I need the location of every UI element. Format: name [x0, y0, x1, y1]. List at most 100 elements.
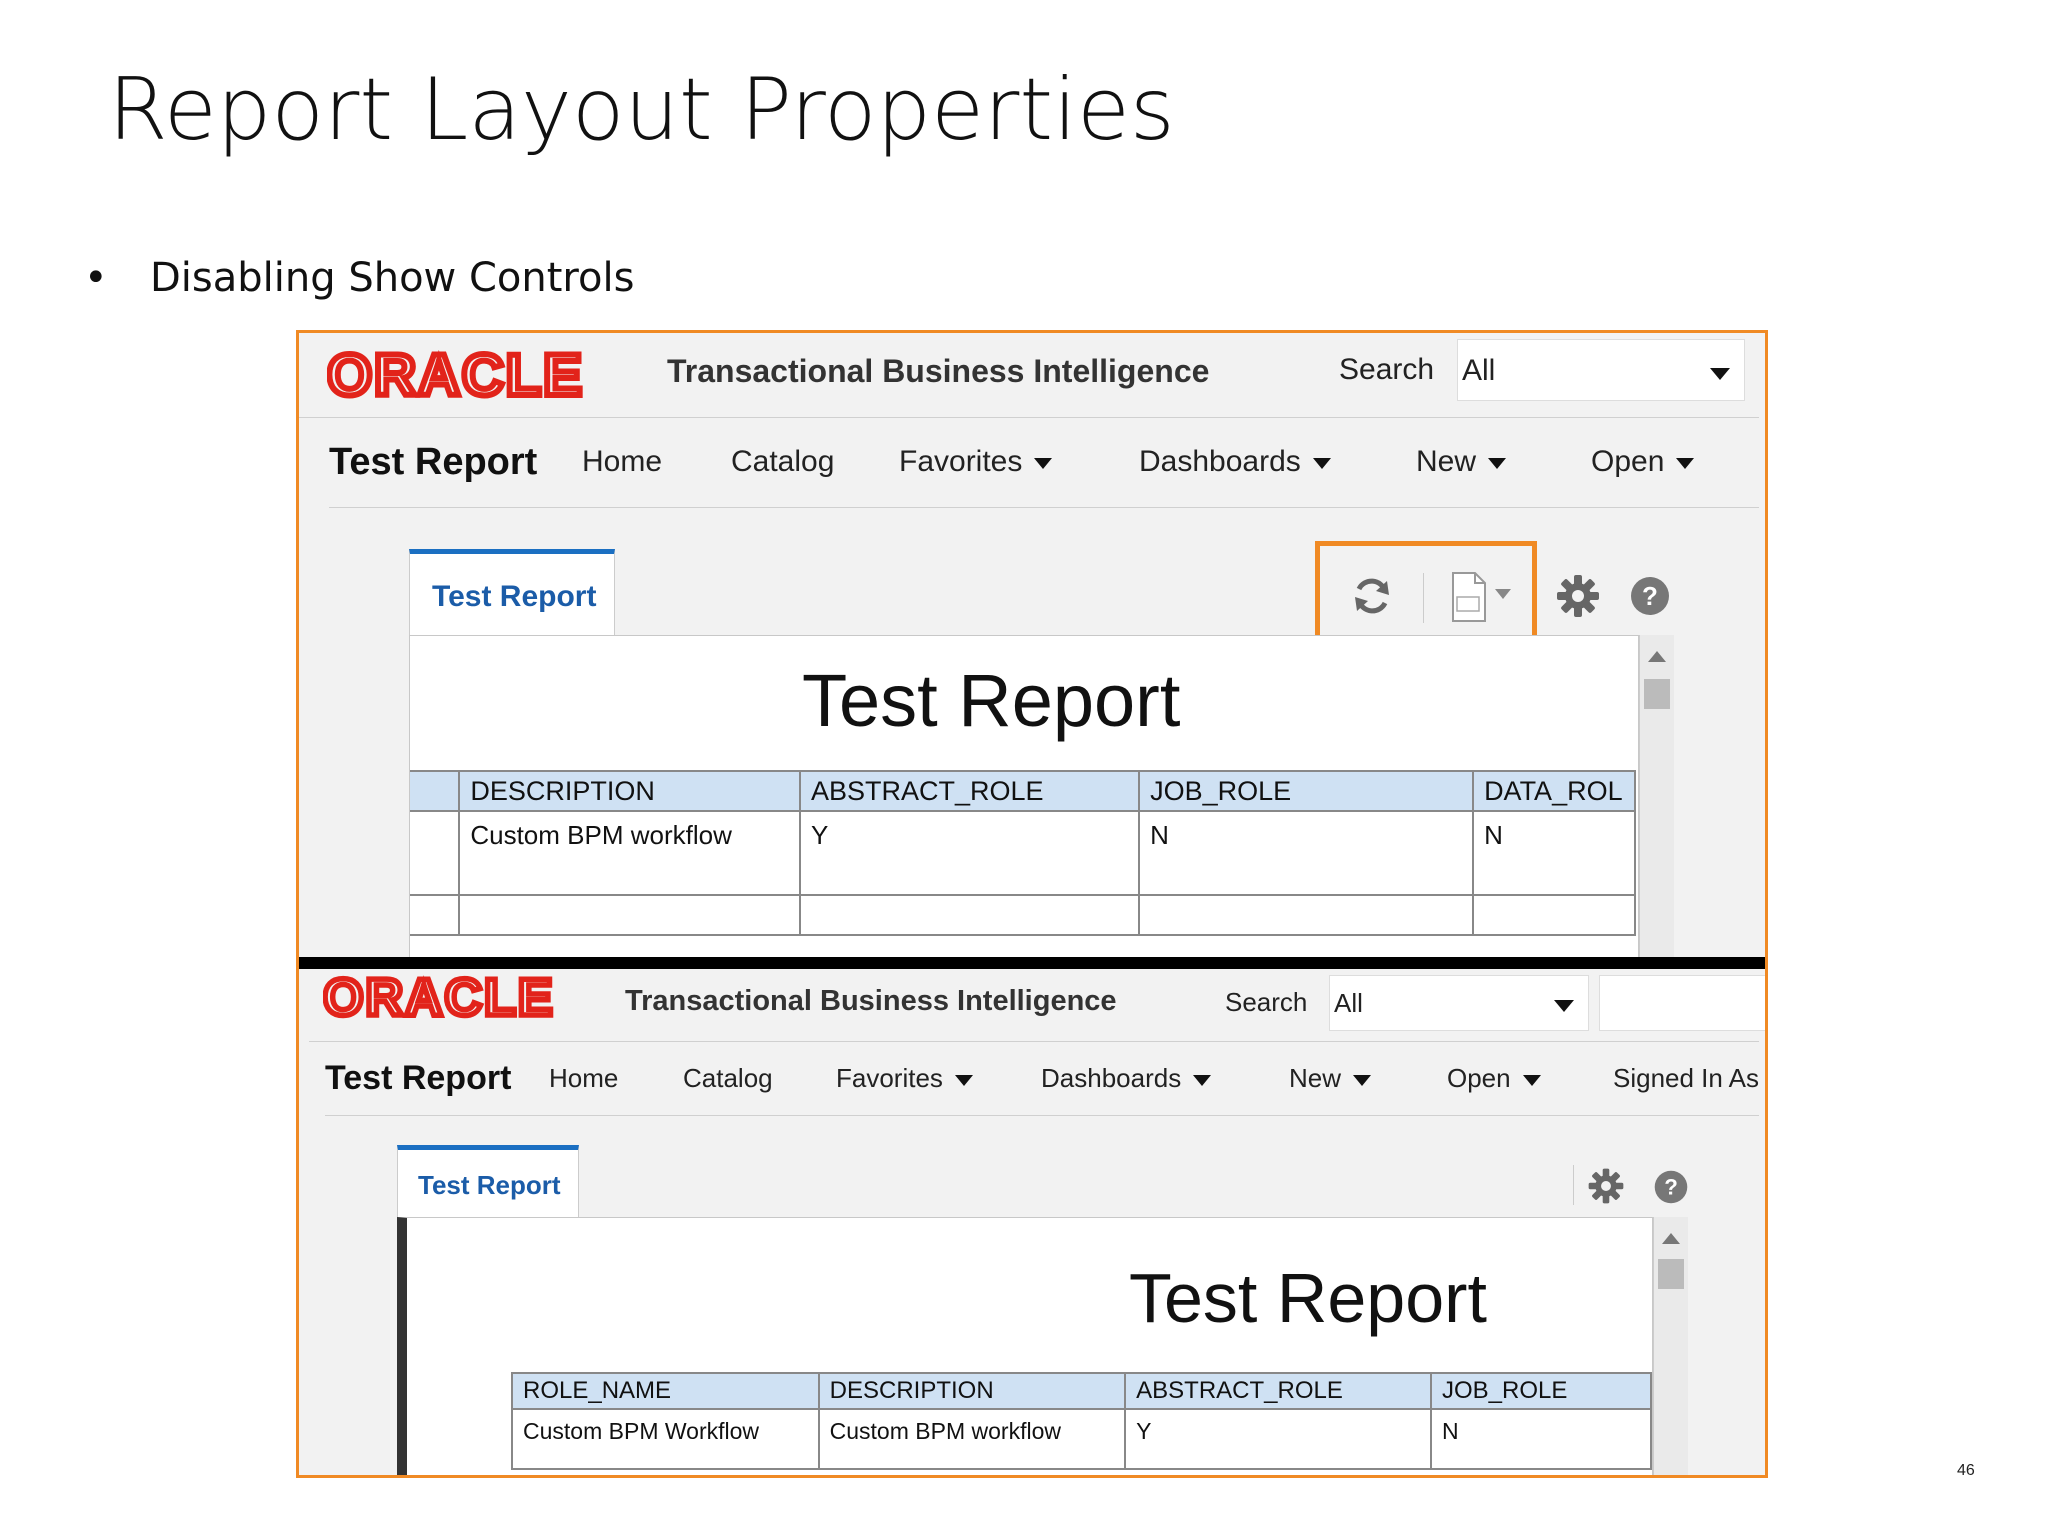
table-row	[410, 894, 1636, 936]
table-cell: Y	[798, 810, 1141, 896]
nav-open[interactable]: Open	[1447, 1063, 1541, 1094]
nav-dashboards-label: Dashboards	[1041, 1063, 1182, 1093]
table-header: ABSTRACT_ROLE	[798, 770, 1141, 812]
caret-down-icon	[1193, 1074, 1212, 1086]
table-cell: N	[1472, 810, 1636, 896]
nav-catalog[interactable]: Catalog	[683, 1063, 773, 1094]
caret-down-icon	[1034, 457, 1053, 469]
nav-dashboards[interactable]: Dashboards	[1139, 445, 1331, 479]
table-cell	[1472, 894, 1636, 936]
table-cell: Custom BPM workflow	[817, 1408, 1127, 1470]
table-header: DATA_ROL	[1472, 770, 1636, 812]
search-scope-select[interactable]: All	[1329, 975, 1589, 1031]
page-number: 46	[1957, 1462, 1975, 1479]
tab-label: Test Report	[432, 580, 597, 613]
navbar: Test Report Home Catalog Favorites Dashb…	[299, 429, 1765, 489]
help-icon[interactable]: ?	[1629, 575, 1671, 622]
vertical-scrollbar[interactable]	[1653, 1217, 1688, 1475]
oracle-logo: ORACLE	[320, 969, 613, 1030]
report-content: Test Report ROLE_NAME DESCRIPTION ABSTRA…	[397, 1217, 1653, 1475]
caret-down-icon	[1488, 457, 1507, 469]
caret-down-icon	[1312, 457, 1331, 469]
bullet-text: Disabling Show Controls	[150, 255, 635, 301]
nav-open-label: Open	[1591, 445, 1665, 478]
table-cell	[1138, 894, 1475, 936]
slide-title: Report Layout Properties	[108, 60, 1175, 160]
tab-label: Test Report	[418, 1170, 561, 1200]
nav-new[interactable]: New	[1416, 445, 1507, 479]
caret-down-icon	[1676, 457, 1695, 469]
nav-page-title: Test Report	[329, 441, 538, 483]
report-table: ROLE_NAME DESCRIPTION ABSTRACT_ROLE JOB_…	[511, 1372, 1652, 1470]
table-header: JOB_ROLE	[1430, 1372, 1652, 1410]
table-header-blank	[410, 770, 461, 812]
search-input[interactable]	[1599, 975, 1765, 1031]
scroll-up-icon[interactable]	[1662, 1233, 1680, 1244]
oracle-logo-text: ORACLE	[327, 347, 584, 407]
header-divider	[299, 417, 1759, 418]
caret-down-icon	[1353, 1074, 1372, 1086]
nav-favorites[interactable]: Favorites	[836, 1063, 973, 1094]
oracle-logo: ORACLE	[324, 340, 647, 412]
bullet-marker: •	[84, 255, 108, 301]
nav-new[interactable]: New	[1289, 1063, 1372, 1094]
nav-home[interactable]: Home	[549, 1063, 618, 1094]
gear-icon[interactable]	[1587, 1167, 1625, 1210]
nav-home[interactable]: Home	[582, 445, 662, 479]
report-title: Test Report	[1129, 1259, 1487, 1337]
table-cell	[798, 894, 1141, 936]
table-row: Custom BPM workflow Y N N	[410, 810, 1636, 896]
vertical-scrollbar[interactable]	[1639, 635, 1674, 957]
nav-page-title: Test Report	[325, 1059, 512, 1097]
table-header: DESCRIPTION	[458, 770, 801, 812]
caret-down-icon	[954, 1074, 973, 1086]
nav-catalog[interactable]: Catalog	[731, 445, 834, 479]
toolbar-separator	[1573, 1165, 1574, 1205]
table-header: ABSTRACT_ROLE	[1124, 1372, 1432, 1410]
oracle-logo-text: ORACLE	[323, 971, 555, 1025]
table-row: Custom BPM Workflow Custom BPM workflow …	[511, 1408, 1652, 1470]
report-content: Test Report DESCRIPTION ABSTRACT_ROLE JO…	[409, 635, 1639, 957]
chevron-down-icon	[1554, 1000, 1574, 1012]
table-cell: N	[1138, 810, 1475, 896]
screenshot-show-controls-enabled: ORACLE Transactional Business Intelligen…	[299, 333, 1765, 957]
svg-text:?: ?	[1642, 581, 1658, 611]
nav-favorites-label: Favorites	[836, 1063, 943, 1093]
scrollbar-thumb[interactable]	[1658, 1259, 1684, 1289]
nav-new-label: New	[1416, 445, 1477, 478]
brand-title: Transactional Business Intelligence	[667, 353, 1210, 389]
tab-test-report[interactable]: Test Report	[409, 549, 615, 635]
table-header: ROLE_NAME	[511, 1372, 820, 1410]
table-cell: N	[1430, 1408, 1652, 1470]
nav-open-label: Open	[1447, 1063, 1511, 1093]
nav-signed-in-as[interactable]: Signed In As	[1613, 1063, 1759, 1094]
table-header: DESCRIPTION	[817, 1372, 1127, 1410]
gear-icon[interactable]	[1555, 573, 1601, 624]
nav-favorites[interactable]: Favorites	[899, 445, 1053, 479]
help-icon[interactable]: ?	[1653, 1169, 1689, 1210]
search-scope-value: All	[1462, 354, 1496, 387]
nav-dashboards[interactable]: Dashboards	[1041, 1063, 1212, 1094]
report-title: Test Report	[802, 659, 1181, 742]
nav-divider	[325, 1115, 1759, 1116]
table-cell: Custom BPM workflow	[458, 810, 801, 896]
header-divider	[309, 1041, 1759, 1042]
caret-down-icon	[1522, 1074, 1541, 1086]
scrollbar-thumb[interactable]	[1644, 679, 1670, 709]
nav-dashboards-label: Dashboards	[1139, 445, 1301, 478]
search-label: Search	[1225, 987, 1308, 1017]
navbar: Test Report Home Catalog Favorites Dashb…	[299, 1049, 1765, 1105]
report-table: DESCRIPTION ABSTRACT_ROLE JOB_ROLE DATA_…	[410, 770, 1636, 936]
nav-open[interactable]: Open	[1591, 445, 1695, 479]
scroll-up-icon[interactable]	[1648, 651, 1666, 662]
screenshot-show-controls-disabled: ORACLE Transactional Business Intelligen…	[299, 969, 1765, 1475]
svg-text:?: ?	[1664, 1175, 1678, 1200]
chevron-down-icon	[1710, 368, 1730, 380]
tab-test-report[interactable]: Test Report	[397, 1145, 579, 1217]
table-header: JOB_ROLE	[1138, 770, 1475, 812]
table-cell: Y	[1124, 1408, 1432, 1470]
search-scope-select[interactable]: All	[1457, 339, 1745, 401]
nav-divider	[329, 507, 1759, 508]
table-cell	[458, 894, 801, 936]
table-cell	[410, 894, 461, 936]
